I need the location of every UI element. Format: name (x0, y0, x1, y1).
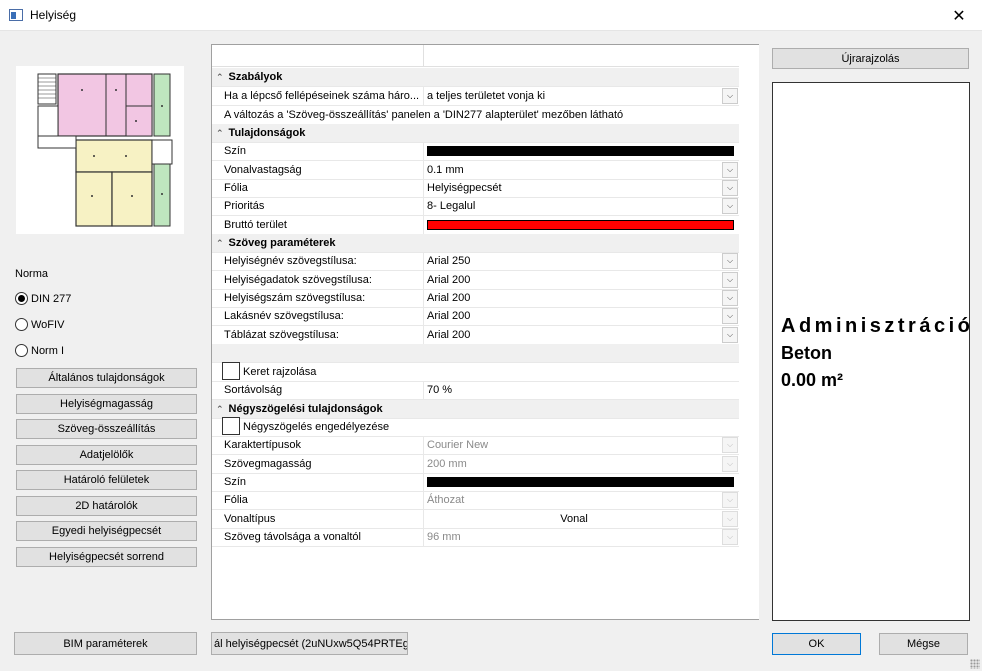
general-properties-button[interactable]: Általános tulajdonságok (16, 368, 197, 388)
close-button[interactable]: ✕ (936, 0, 982, 31)
chevron-down-icon: ⌵ (722, 492, 738, 508)
category-empty (212, 344, 739, 363)
collapse-icon[interactable]: ⌃ (216, 128, 224, 139)
chevron-down-icon: ⌵ (722, 437, 738, 453)
row-stair-rule[interactable]: Ha a lépcső fellépéseinek száma háro... … (212, 87, 739, 106)
chevron-down-icon[interactable]: ⌵ (722, 88, 738, 104)
row-adatok-stilus[interactable]: Helyiségadatok szövegstílusa: Arial 200 … (212, 271, 739, 290)
category-szoveg[interactable]: ⌃ Szöveg paraméterek (212, 234, 739, 253)
chevron-down-icon[interactable]: ⌵ (722, 162, 738, 178)
preview-area: 0.00 m² (781, 370, 844, 390)
row-szam-stilus[interactable]: Helyiségszám szövegstílusa: Arial 200 ⌵ (212, 289, 739, 308)
collapse-icon[interactable]: ⌃ (216, 238, 224, 249)
title-bar: Helyiség ✕ (0, 0, 982, 31)
row-lakas-stilus[interactable]: Lakásnév szövegstílusa: Arial 200 ⌵ (212, 307, 739, 326)
row-tav[interactable]: Szöveg távolsága a vonaltól 96 mm ⌵ (212, 528, 739, 547)
radio-button[interactable] (15, 292, 28, 305)
grid-scrollbar[interactable] (739, 45, 759, 619)
chevron-down-icon[interactable]: ⌵ (722, 272, 738, 288)
chevron-down-icon[interactable]: ⌵ (722, 290, 738, 306)
chevron-down-icon: ⌵ (722, 529, 738, 545)
window-title: Helyiség (30, 8, 77, 22)
redraw-button[interactable]: Újrarajzolás (772, 48, 969, 69)
row-prioritas[interactable]: Prioritás 8- Legalul ⌵ (212, 197, 739, 216)
floor-plan-image (16, 66, 184, 234)
row-nev-stilus[interactable]: Helyiségnév szövegstílusa: Arial 250 ⌵ (212, 252, 739, 271)
room-stamp-order-button[interactable]: Helyiségpecsét sorrend (16, 547, 197, 567)
color-swatch[interactable] (427, 220, 734, 230)
radio-label: DIN 277 (31, 292, 72, 305)
resize-grip-icon[interactable] (970, 659, 980, 669)
keret-checkbox[interactable] (222, 362, 240, 380)
row-vonalvastagsag[interactable]: Vonalvastagság 0.1 mm ⌵ (212, 161, 739, 180)
2d-boundaries-button[interactable]: 2D határolók (16, 496, 197, 516)
chevron-down-icon[interactable]: ⌵ (722, 327, 738, 343)
row-szin[interactable]: Szín (212, 142, 739, 161)
radio-din277[interactable]: DIN 277 (15, 292, 71, 305)
stamp-preview: Adminisztráció Beton 0.00 m² (772, 82, 970, 621)
row-keret[interactable]: Keret rajzolása (212, 362, 739, 382)
row-brutto[interactable]: Bruttó terület (212, 216, 739, 235)
chevron-down-icon: ⌵ (722, 456, 738, 472)
norma-label: Norma (15, 268, 49, 280)
radio-button[interactable] (15, 344, 28, 357)
row-negyszog-szin[interactable]: Szín (212, 473, 739, 492)
property-grid: ⌃ Szabályok Ha a lépcső fellépéseinek szá… (211, 44, 759, 620)
category-szabalyok[interactable]: ⌃ Szabályok (212, 68, 739, 87)
app-icon (9, 9, 23, 21)
row-magassag[interactable]: Szövegmagasság 200 mm ⌵ (212, 455, 739, 474)
text-composition-button[interactable]: Szöveg-összeállítás (16, 419, 197, 439)
collapse-icon[interactable]: ⌃ (216, 404, 224, 415)
color-swatch[interactable] (427, 146, 734, 156)
collapse-icon[interactable]: ⌃ (216, 72, 224, 83)
boundary-surfaces-button[interactable]: Határoló felületek (16, 470, 197, 490)
close-icon: ✕ (952, 7, 966, 25)
radio-label: WoFIV (31, 318, 65, 331)
category-negyszog[interactable]: ⌃ Négyszögelési tulajdonságok (212, 400, 739, 419)
row-sortavolsag[interactable]: Sortávolság 70 % (212, 381, 739, 400)
cancel-button[interactable]: Mégse (879, 633, 968, 655)
color-swatch[interactable] (427, 477, 734, 487)
preview-room-name: Adminisztráció (781, 315, 974, 337)
ok-button[interactable]: OK (772, 633, 861, 655)
radio-label: Norm I (31, 344, 64, 357)
radio-button[interactable] (15, 318, 28, 331)
chevron-down-icon[interactable]: ⌵ (722, 253, 738, 269)
row-folia[interactable]: Fólia Helyiségpecsét ⌵ (212, 179, 739, 198)
room-height-button[interactable]: Helyiségmagasság (16, 394, 197, 414)
radio-norm-i[interactable]: Norm I (15, 344, 64, 357)
chevron-down-icon[interactable]: ⌵ (722, 198, 738, 214)
category-tulajdonsagok[interactable]: ⌃ Tulajdonságok (212, 124, 739, 143)
row-vonaltipus[interactable]: Vonaltípus Vonal ⌵ (212, 510, 739, 529)
negyszog-checkbox[interactable] (222, 417, 240, 435)
chevron-down-icon[interactable]: ⌵ (722, 308, 738, 324)
grid-header (212, 45, 739, 67)
row-negyszog-folia[interactable]: Fólia Áthozat ⌵ (212, 491, 739, 510)
custom-room-stamp-button[interactable]: Egyedi helyiségpecsét (16, 521, 197, 541)
row-tablazat-stilus[interactable]: Táblázat szövegstílusa: Arial 200 ⌵ (212, 326, 739, 345)
row-negyszog-enable[interactable]: Négyszögelés engedélyezése (212, 417, 739, 437)
row-note: A változás a 'Szöveg-összeállítás' panel… (212, 106, 739, 125)
chevron-down-icon[interactable]: ⌵ (722, 180, 738, 196)
chevron-down-icon: ⌵ (722, 511, 738, 527)
row-karakter[interactable]: Karaktertípusok Courier New ⌵ (212, 436, 739, 455)
data-markers-button[interactable]: Adatjelölők (16, 445, 197, 465)
radio-wofiv[interactable]: WoFIV (15, 318, 64, 331)
bim-parameters-button[interactable]: BIM paraméterek (14, 632, 197, 655)
floor-plan-thumbnail (16, 66, 184, 234)
room-stamp-button[interactable]: ál helyiségpecsét (2uNUxw5Q54PRTEgq9e (211, 632, 408, 655)
preview-material: Beton (781, 343, 832, 363)
